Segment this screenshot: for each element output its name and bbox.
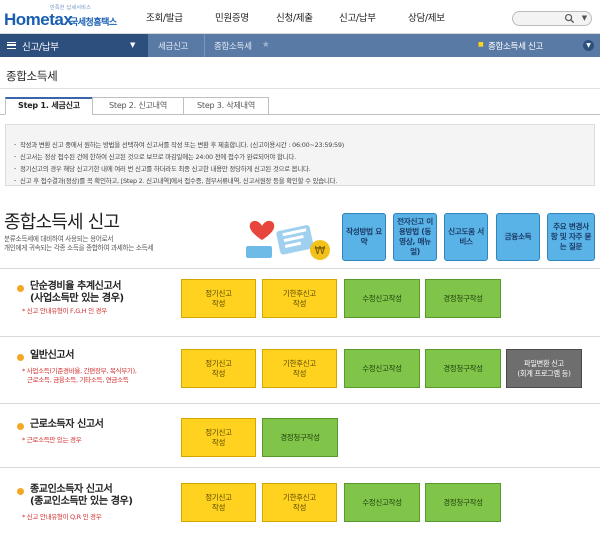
section-title: 종합소득세 신고: [4, 212, 120, 233]
button-label: 작성: [211, 368, 226, 378]
regular-filing-button[interactable]: 정기신고 작성: [181, 483, 256, 522]
menu-icon[interactable]: [7, 42, 16, 49]
description-line: 분류소득세에 대비하여 사용되는 용어로서: [4, 235, 114, 243]
logo-brand: Hometax: [4, 10, 73, 29]
bullet-icon: [17, 423, 24, 430]
button-label: 기한후신고: [283, 358, 316, 368]
button-label: 작성: [292, 368, 307, 378]
notice-item: 신고 후 접수결과(정상)를 꼭 확인하고, [Step 2. 신고내역]에서 …: [14, 176, 337, 185]
regular-filing-button[interactable]: 정기신고 작성: [181, 349, 256, 388]
late-filing-button[interactable]: 기한후신고 작성: [262, 349, 337, 388]
button-label: 작성: [211, 298, 226, 308]
row-divider: [0, 336, 600, 337]
refund-claim-button[interactable]: 경정청구작성: [262, 418, 338, 457]
button-label: 정기신고: [205, 427, 232, 437]
refund-claim-button[interactable]: 경정청구작성: [425, 349, 501, 388]
bullet-icon: [17, 354, 24, 361]
row-divider: [0, 467, 600, 468]
row-title: 종교인소득자 신고서 (종교인소득만 있는 경우): [30, 484, 133, 508]
current-marker-icon: ■: [478, 41, 484, 48]
logo-org: 국세청홈택스: [70, 18, 117, 28]
svg-text:₩: ₩: [315, 244, 326, 257]
search-dropdown-icon[interactable]: ▼: [579, 13, 590, 24]
button-label: 작성: [211, 502, 226, 512]
row-note-line: 근로소득, 금융소득, 기타소득, 연금소득: [27, 376, 129, 384]
breadcrumb-divider: [204, 34, 205, 57]
row-note: * 근로소득만 있는 경우: [22, 436, 82, 444]
late-filing-button[interactable]: 기한후신고 작성: [262, 483, 337, 522]
gnb-item-consult[interactable]: 상담/제보: [408, 10, 445, 24]
row-title: 단순경비율 추계신고서 (사업소득만 있는 경우): [30, 281, 124, 305]
notice-box: 작성과 변환 신고 중에서 원하는 방법을 선택하여 신고서를 작성 또는 변환…: [5, 124, 595, 186]
search-icon[interactable]: [564, 13, 575, 24]
breadcrumb-tax-filing[interactable]: 세금신고: [158, 40, 188, 52]
location-bar: 신고/납부 ▼ 세금신고 종합소득세 ★ ■ 종합소득세 신고 ▼: [0, 34, 600, 57]
hometax-logo[interactable]: 만족한 납세서비스 Hometax 국세청홈택스: [4, 4, 122, 30]
button-label: 정기신고: [205, 358, 232, 368]
bullet-icon: [17, 285, 24, 292]
amended-filing-button[interactable]: 수정신고작성: [344, 349, 420, 388]
button-label: 파일변환 신고: [524, 358, 564, 368]
row-title-line: (종교인소득만 있는 경우): [30, 496, 133, 507]
button-label: 정기신고: [205, 288, 232, 298]
regular-filing-button[interactable]: 정기신고 작성: [181, 418, 256, 457]
row-title: 근로소득자 신고서: [30, 419, 104, 430]
row-title: 일반신고서: [30, 350, 75, 361]
regular-filing-button[interactable]: 정기신고 작성: [181, 279, 256, 318]
gnb-item-filing[interactable]: 신고/납부: [339, 10, 376, 24]
button-label: 기한후신고: [283, 492, 316, 502]
menu-label[interactable]: 신고/납부: [22, 39, 59, 53]
refund-claim-button[interactable]: 경정청구작성: [425, 483, 501, 522]
search-input[interactable]: ▼: [512, 11, 592, 26]
late-filing-button[interactable]: 기한후신고 작성: [262, 279, 337, 318]
refund-claim-button[interactable]: 경정청구작성: [425, 279, 501, 318]
quick-link-howto[interactable]: 전자신고 이용방법 (동영상, 매뉴얼): [393, 213, 437, 261]
amended-filing-button[interactable]: 수정신고작성: [344, 279, 420, 318]
breadcrumb-income-tax[interactable]: 종합소득세: [214, 40, 252, 52]
favorite-star-icon[interactable]: ★: [262, 40, 270, 50]
notice-item: 정기신고의 경우 해당 신고기한 내에 여러 번 신고를 하더라도 최종 신고한…: [14, 164, 311, 173]
gnb-item-inquiry[interactable]: 조회/발급: [146, 10, 183, 24]
row-divider: [0, 403, 600, 404]
quick-link-faq[interactable]: 주요 변경사항 및 자주 묻는 질문: [547, 213, 595, 261]
gnb-item-certificate[interactable]: 민원증명: [215, 10, 249, 24]
notice-item: 신고서는 정상 접수된 건에 한하여 신고된 것으로 보므로 마감일에는 24:…: [14, 152, 296, 161]
row-title-line: 종교인소득자 신고서: [30, 484, 113, 495]
row-note-line: * 사업소득(기준경비율, 간편장부, 복식부기),: [22, 367, 137, 375]
row-note: * 신고 안내유형이 Q,R 인 경우: [22, 513, 102, 521]
menu-dropdown-icon[interactable]: ▼: [130, 41, 135, 49]
tab-step2[interactable]: Step 2. 신고내역: [92, 97, 184, 115]
button-label: (회계 프로그램 등): [517, 368, 571, 378]
row-divider: [0, 268, 600, 269]
tax-illustration-icon: ₩: [246, 220, 330, 260]
button-label: 기한후신고: [283, 288, 316, 298]
bullet-icon: [17, 488, 24, 495]
description-line: 개인에게 귀속되는 각종 소득을 종합하여 과세하는 소득세: [4, 244, 154, 252]
row-title-line: 단순경비율 추계신고서: [30, 281, 122, 292]
button-label: 작성: [292, 298, 307, 308]
button-label: 작성: [292, 502, 307, 512]
gnb-item-application[interactable]: 신청/제출: [276, 10, 313, 24]
section-description: 분류소득세에 대비하여 사용되는 용어로서 개인에게 귀속되는 각종 소득을 종…: [4, 235, 153, 253]
row-note: * 사업소득(기준경비율, 간편장부, 복식부기), 근로소득, 금융소득, 기…: [22, 367, 137, 385]
button-label: 정기신고: [205, 492, 232, 502]
row-note: * 신고 안내유형이 F,G,H 인 경우: [22, 307, 107, 315]
page-title: 종합소득세: [6, 69, 58, 83]
tab-step1[interactable]: Step 1. 세금신고: [5, 97, 93, 115]
current-page-label: 종합소득세 신고: [488, 42, 544, 52]
quick-link-financial[interactable]: 금융소득: [496, 213, 540, 261]
notice-item: 작성과 변환 신고 중에서 원하는 방법을 선택하여 신고서를 작성 또는 변환…: [14, 140, 344, 149]
row-title-line: (사업소득만 있는 경우): [30, 293, 124, 304]
tab-step3[interactable]: Step 3. 삭제내역: [183, 97, 269, 115]
title-divider: [0, 88, 600, 89]
amended-filing-button[interactable]: 수정신고작성: [344, 483, 420, 522]
file-conversion-button[interactable]: 파일변환 신고 (회계 프로그램 등): [506, 349, 582, 388]
quick-link-help[interactable]: 신고도움 서비스: [444, 213, 488, 261]
button-label: 작성: [211, 437, 226, 447]
quick-link-guide[interactable]: 작성방법 요약: [342, 213, 386, 261]
chevron-down-icon[interactable]: ▼: [583, 40, 594, 51]
